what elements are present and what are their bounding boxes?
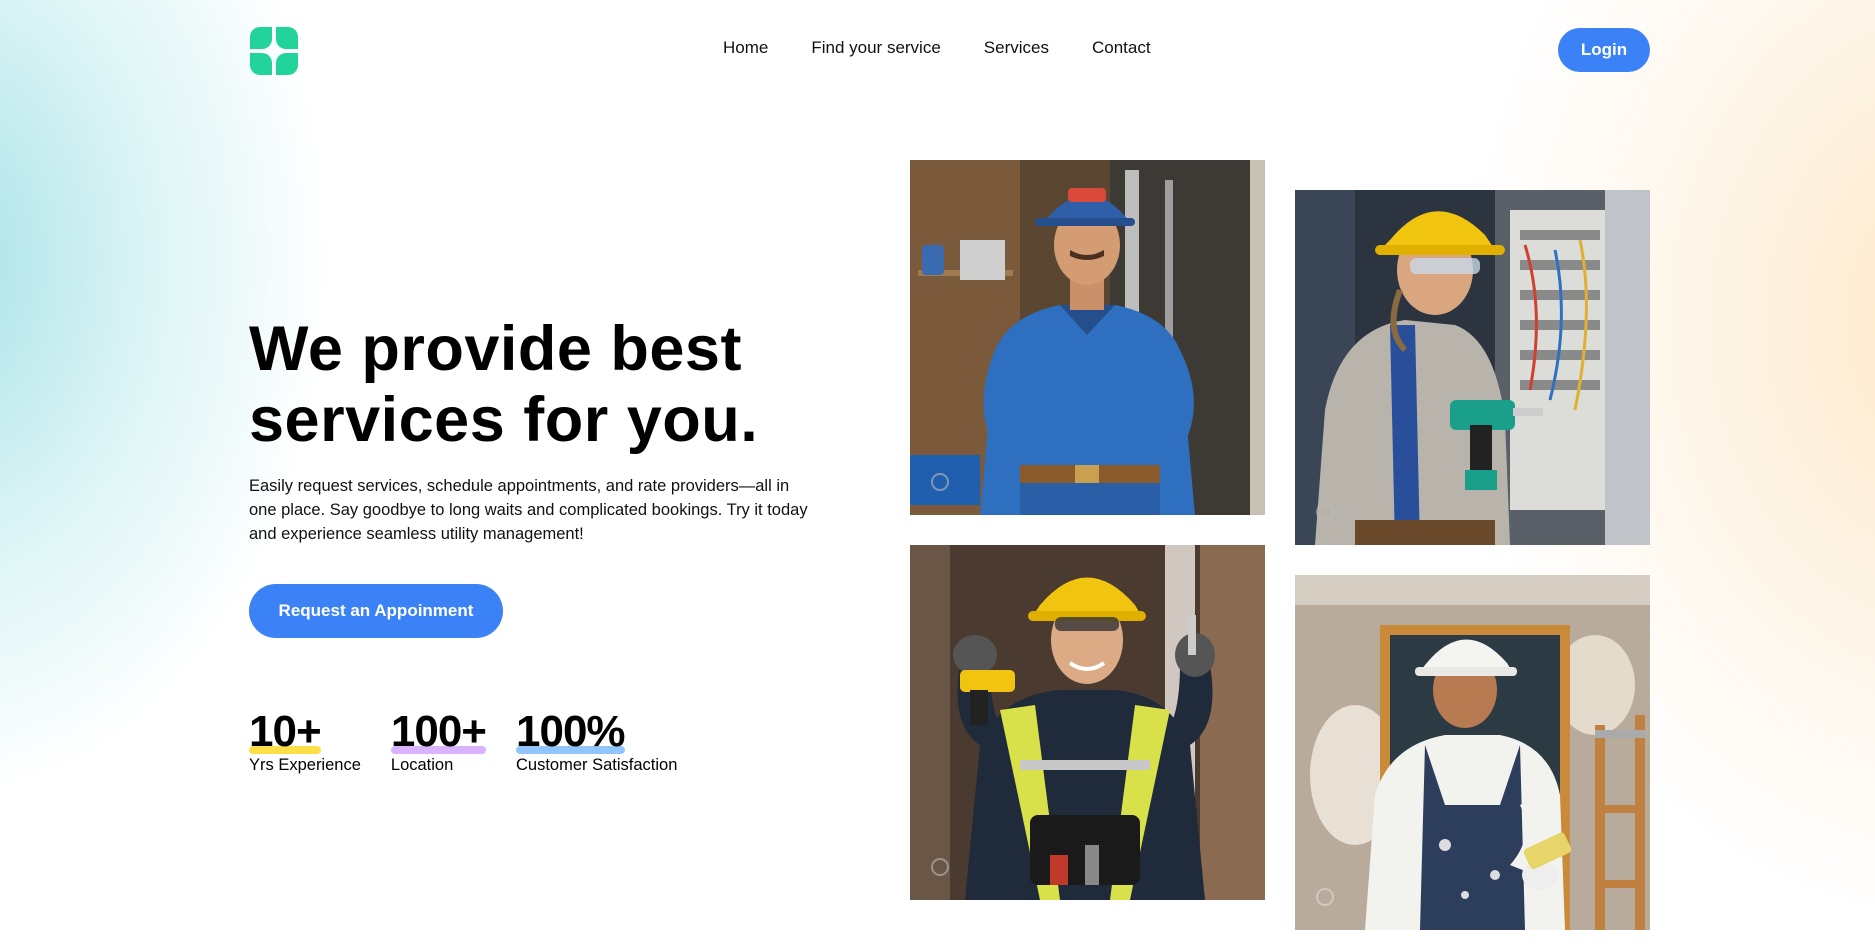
stat-location: 100+ Location [390, 707, 487, 775]
electrician-photo [1295, 190, 1650, 545]
stat-satisfaction: 100% Customer Satisfaction [516, 708, 677, 775]
hero-title: We provide best services for you. [249, 314, 869, 456]
clover-logo-icon[interactable] [250, 27, 298, 75]
stat-value: 10+ [249, 707, 322, 756]
request-appointment-button[interactable]: Request an Appoinment [249, 584, 503, 638]
nav-contact[interactable]: Contact [1092, 38, 1151, 58]
stat-value: 100+ [390, 707, 487, 756]
hero-description: Easily request services, schedule appoin… [249, 477, 808, 543]
stat-label: Customer Satisfaction [516, 756, 678, 774]
stats-row: 10+ Yrs Experience 100+ Location 100% Cu… [249, 708, 677, 775]
stat-value: 100% [516, 707, 626, 756]
stat-label: Yrs Experience [249, 756, 361, 774]
hero-title-line1: We provide best [249, 314, 742, 384]
stat-label: Location [390, 756, 454, 774]
construction-worker-photo [910, 545, 1265, 900]
hero-title-line2: services for you. [249, 385, 759, 455]
main-nav: Home Find your service Services Contact [723, 38, 1151, 58]
nav-find-your-service[interactable]: Find your service [811, 38, 940, 58]
stat-experience: 10+ Yrs Experience [249, 708, 361, 775]
painter-photo [1295, 575, 1650, 930]
login-button[interactable]: Login [1558, 28, 1650, 72]
plumber-photo [910, 160, 1265, 515]
nav-services[interactable]: Services [984, 38, 1049, 58]
nav-home[interactable]: Home [723, 38, 768, 58]
